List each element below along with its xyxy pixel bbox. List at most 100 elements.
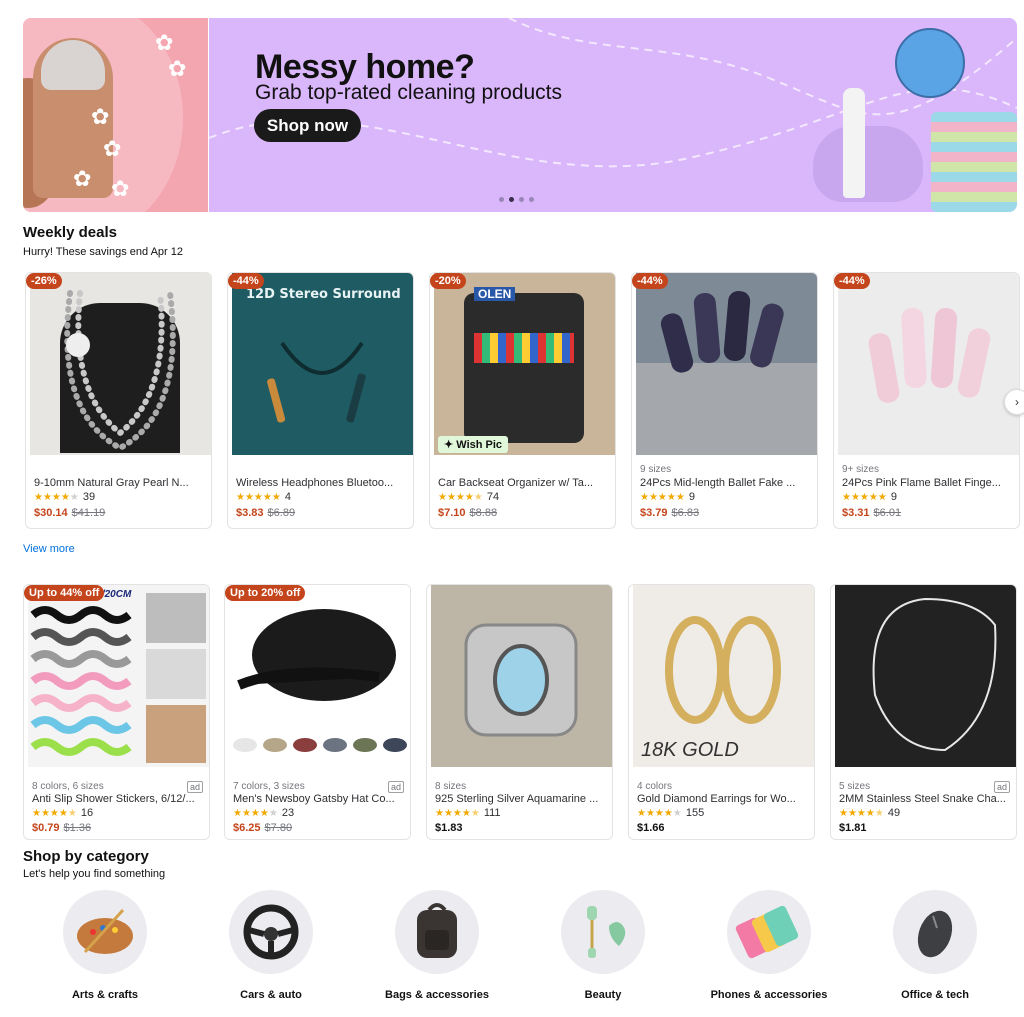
product-name[interactable]: 925 Sterling Silver Aquamarine ... [435,793,607,805]
rating-stars: ★★★★★ 16 [32,807,94,819]
discount-badge: Up to 20% off [225,585,306,601]
product-image [835,585,1016,767]
review-count: 9 [890,491,897,503]
sale-price: $3.31 [842,507,870,519]
product-price: $1.66 [637,822,665,834]
jade-roller-icon [561,890,645,974]
category-label: Beauty [584,989,622,1001]
flower-icon: ✿ [155,30,174,55]
rating-stars: ★★★★★ 111 [435,807,501,819]
product-name[interactable]: Car Backseat Organizer w/ Ta... [438,477,610,489]
product-price: $7.10 $8.88 [438,507,497,519]
product-card[interactable]: 5 sizes ad 2MM Stainless Steel Snake Cha… [830,584,1017,840]
product-card[interactable]: 8 sizes 925 Sterling Silver Aquamarine .… [426,584,613,840]
wish-pic-tag: ✦ Wish Pic [438,436,509,453]
rating-stars: ★★★★★ 23 [233,807,295,819]
product-image [229,585,410,767]
review-count: 16 [80,807,94,819]
original-price: $6.89 [267,507,296,519]
product-image: 6/12/24PCS 10/20CM [28,585,209,767]
product-name[interactable]: 24Pcs Mid-length Ballet Fake ... [640,477,812,489]
product-name[interactable]: 24Pcs Pink Flame Ballet Finge... [842,477,1014,489]
product-card[interactable]: Up to 20% off 7 colors, 3 sizes ad Men's… [224,584,411,840]
category-label: Cars & auto [240,989,302,1001]
product-card[interactable]: OLEN ✦ Wish Pic -20% Car Backseat Organi… [429,272,616,529]
product-name[interactable]: Gold Diamond Earrings for Wo... [637,793,809,805]
hero-banner[interactable]: Messy home? Grab top-rated cleaning prod… [209,18,1017,212]
category-label: Office & tech [901,989,969,1001]
product-image: OLEN ✦ Wish Pic [434,273,615,455]
steering-wheel-icon [229,890,313,974]
rating-stars: ★★★★★ 49 [839,807,901,819]
product-image [431,585,612,767]
carousel-dot[interactable] [519,197,524,202]
sale-price: $3.79 [640,507,668,519]
variant-info: 7 colors, 3 sizes [233,781,305,792]
product-price: $3.31 $6.01 [842,507,901,519]
sale-price: $0.79 [32,822,60,834]
product-price: $3.79 $6.83 [640,507,699,519]
product-card[interactable]: 6/12/24PCS 10/20CM Up to 44% off 8 color… [23,584,210,840]
discount-badge: -20% [430,273,466,289]
shop-now-button[interactable]: Shop now [254,109,361,142]
original-price: $1.36 [63,822,92,834]
image-text: OLEN [474,287,516,301]
product-card[interactable]: 12D Stereo Surround -44% Wireless Headph… [227,272,414,529]
original-price: $41.19 [71,507,106,519]
original-price: $6.01 [873,507,902,519]
product-name[interactable]: Men's Newsboy Gatsby Hat Co... [233,793,405,805]
product-price: $0.79 $1.36 [32,822,91,834]
phone-cases-icon [727,890,811,974]
hero-side-banner[interactable]: ✿ ✿ ✿ ✿ ✿ ✿ [23,18,208,212]
discount-badge: -44% [632,273,668,289]
original-price: $6.83 [671,507,700,519]
variant-info: 4 colors [637,781,673,792]
palette-icon [63,890,147,974]
rating-stars: ★★★★★ 9 [640,491,695,503]
discount-badge: -26% [26,273,62,289]
category-arts-crafts[interactable]: Arts & crafts [20,890,190,1001]
category-beauty[interactable]: Beauty [518,890,688,1001]
product-name[interactable]: Anti Slip Shower Stickers, 6/12/... [32,793,204,805]
product-image [636,273,817,455]
flower-icon: ✿ [73,166,92,191]
product-name[interactable]: 9-10mm Natural Gray Pearl N... [34,477,206,489]
product-card[interactable]: 18K GOLD 4 colors Gold Diamond Earrings … [628,584,815,840]
carousel-next-button[interactable]: › [1004,389,1024,415]
review-count: 23 [281,807,295,819]
section-subtitle: Hurry! These savings end Apr 12 [23,246,183,258]
wish-pic-label: Wish Pic [456,439,503,451]
review-count: 9 [688,491,695,503]
variant-info: 8 colors, 6 sizes [32,781,104,792]
ad-label: ad [387,781,404,793]
rating-stars: ★★★★★ 155 [637,807,705,819]
category-cars-auto[interactable]: Cars & auto [186,890,356,1001]
sale-price: $30.14 [34,507,68,519]
sale-price: $7.10 [438,507,466,519]
flower-icon: ✿ [103,136,122,161]
product-price: $30.14 $41.19 [34,507,105,519]
view-more-link[interactable]: View more [23,543,75,555]
carousel-dots [499,197,534,202]
ad-label: ad [993,781,1010,793]
product-card[interactable]: -44% 9 sizes 24Pcs Mid-length Ballet Fak… [631,272,818,529]
image-text: 18K GOLD [641,739,739,761]
sale-price: $3.83 [236,507,264,519]
variant-info: 9 sizes [640,464,672,475]
category-phones-accessories[interactable]: Phones & accessories [684,890,854,1001]
discount-badge: -44% [834,273,870,289]
carousel-dot-active[interactable] [509,197,514,202]
product-name[interactable]: Wireless Headphones Bluetoo... [236,477,408,489]
section-subtitle: Let's help you find something [23,868,166,880]
product-price: $6.25 $7.80 [233,822,292,834]
category-office-tech[interactable]: Office & tech [850,890,1020,1001]
hero-subtitle: Grab top-rated cleaning products [255,81,563,104]
category-bags-accessories[interactable]: Bags & accessories [352,890,522,1001]
product-name[interactable]: 2MM Stainless Steel Snake Cha... [839,793,1011,805]
category-label: Phones & accessories [710,989,828,1001]
carousel-dot[interactable] [499,197,504,202]
carousel-dot[interactable] [529,197,534,202]
product-card[interactable]: -26% 9-10mm Natural Gray Pearl N... ★★★★… [25,272,212,529]
product-card[interactable]: -44% 9+ sizes 24Pcs Pink Flame Ballet Fi… [833,272,1020,529]
original-price: $7.80 [264,822,293,834]
